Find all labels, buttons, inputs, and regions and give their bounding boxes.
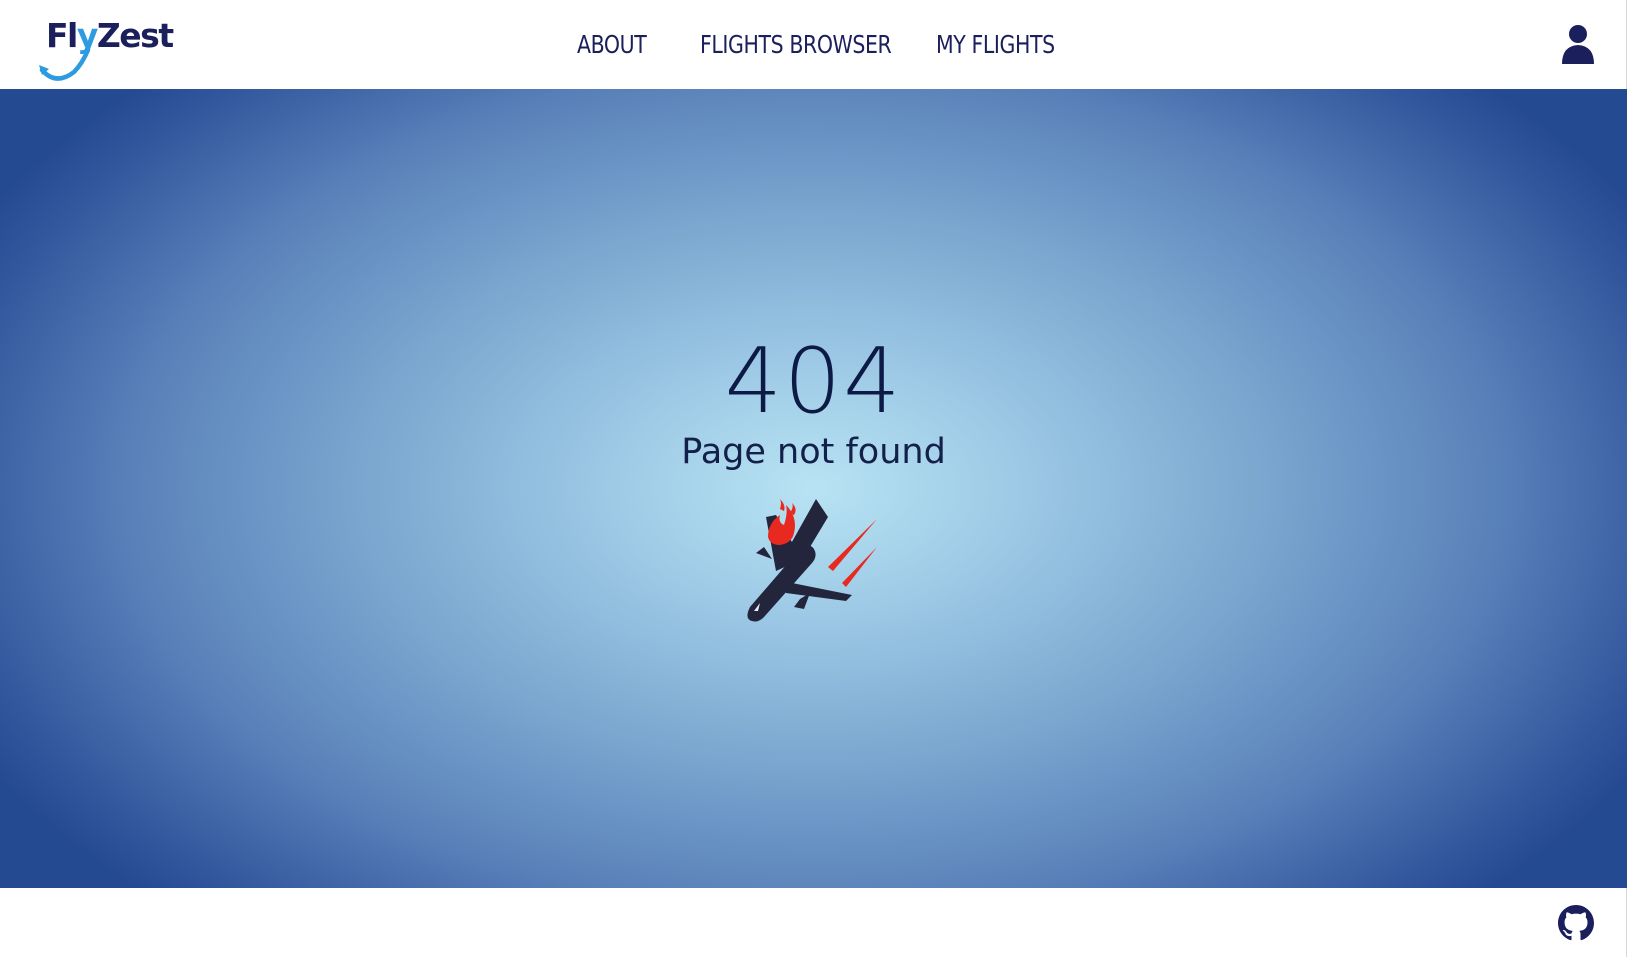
error-code: 404 (724, 329, 903, 434)
user-account-button[interactable] (1556, 22, 1600, 66)
error-message: Page not found (681, 432, 946, 472)
app: FlyZest ABOUT FLIGHTS BROWSER MY FLIGHTS… (0, 0, 1628, 957)
error-hero: 404 Page not found (0, 89, 1627, 888)
header: FlyZest ABOUT FLIGHTS BROWSER MY FLIGHTS (0, 0, 1627, 89)
github-link[interactable] (1558, 905, 1594, 941)
github-icon (1558, 905, 1594, 941)
crashing-plane-icon (747, 499, 877, 622)
nav-item-about[interactable]: ABOUT (577, 28, 647, 62)
nav-item-flights-browser[interactable]: FLIGHTS BROWSER (700, 28, 892, 62)
user-icon (1562, 25, 1594, 64)
nav-item-my-flights[interactable]: MY FLIGHTS (936, 28, 1055, 62)
main-nav: ABOUT FLIGHTS BROWSER MY FLIGHTS (0, 0, 1626, 89)
footer (0, 888, 1627, 957)
